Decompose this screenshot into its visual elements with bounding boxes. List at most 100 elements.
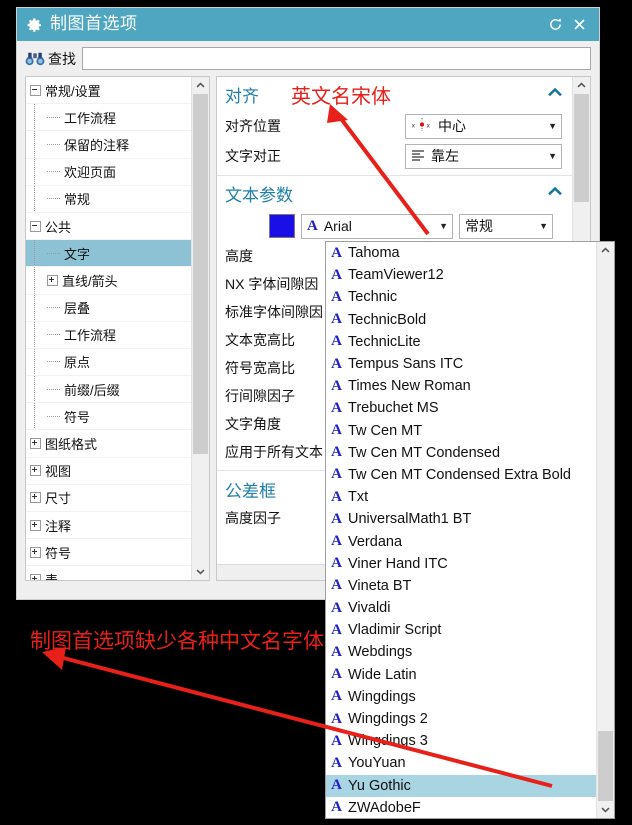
tree-expand-icon[interactable] (30, 546, 41, 558)
font-option-8[interactable]: A Tw Cen MT (326, 420, 596, 442)
tree-item-5[interactable]: 公共 (26, 213, 191, 241)
font-style-combo[interactable]: 常规 ▼ (459, 213, 553, 239)
font-A-icon: A (331, 377, 342, 394)
font-option-2[interactable]: A Technic (326, 286, 596, 308)
tree-item-2[interactable]: 保留的注释 (26, 131, 191, 159)
font-option-20[interactable]: A Wingdings (326, 686, 596, 708)
gear-icon (27, 17, 43, 33)
tree-expand-icon[interactable] (30, 438, 41, 450)
font-option-22[interactable]: A Wingdings 3 (326, 730, 596, 752)
tree-item-18[interactable]: 表 (26, 566, 191, 580)
tree-item-label: 保留的注释 (64, 137, 130, 153)
font-option-0[interactable]: A Tahoma (326, 242, 596, 264)
font-dropdown-scroll-thumb[interactable] (598, 731, 613, 801)
preferences-tree[interactable]: 常规/设置 工作流程 保留的注释 欢迎页面 常规 公共 文字 直线/箭头 层叠 工作流程 原点 前缀/… (26, 77, 191, 580)
font-dropdown-scroll-up-icon[interactable] (597, 242, 614, 259)
tree-item-3[interactable]: 欢迎页面 (26, 158, 191, 186)
search-input[interactable] (82, 47, 591, 70)
tree-connector (47, 143, 61, 145)
close-icon[interactable] (567, 13, 591, 37)
tree-item-label: 表 (45, 570, 58, 580)
font-option-16[interactable]: A Vivaldi (326, 597, 596, 619)
font-option-label: Tw Cen MT Condensed (348, 444, 501, 461)
text-justification-value: 靠左 (431, 148, 459, 164)
font-option-label: Webdings (348, 644, 413, 661)
tree-scroll-thumb[interactable] (193, 94, 208, 454)
align-position-combo[interactable]: x x 中心 ▼ (405, 113, 562, 139)
tree-item-8[interactable]: 层叠 (26, 294, 191, 322)
font-option-3[interactable]: A TechnicBold (326, 309, 596, 331)
font-dropdown-scroll-down-icon[interactable] (597, 801, 614, 818)
font-A-icon: A (331, 311, 342, 328)
font-option-21[interactable]: A Wingdings 2 (326, 708, 596, 730)
tree-expand-icon[interactable] (30, 573, 41, 580)
font-option-18[interactable]: A Webdings (326, 641, 596, 663)
chevron-down-icon[interactable]: ▼ (539, 221, 548, 231)
font-A-icon: A (331, 732, 342, 749)
tree-item-9[interactable]: 工作流程 (26, 321, 191, 349)
chevron-down-icon[interactable]: ▼ (548, 151, 557, 161)
tree-expand-icon[interactable] (30, 519, 41, 531)
settings-scroll-thumb[interactable] (574, 94, 589, 202)
tree-item-15[interactable]: 尺寸 (26, 485, 191, 512)
font-dropdown-scrollbar[interactable] (596, 242, 614, 818)
font-option-25[interactable]: A ZWAdobeF (326, 797, 596, 818)
tree-item-11[interactable]: 前缀/后缀 (26, 376, 191, 404)
tree-expand-icon[interactable] (47, 274, 58, 286)
font-A-icon: A (331, 777, 342, 794)
chevron-down-icon[interactable]: ▼ (439, 221, 448, 231)
tree-item-0[interactable]: 常规/设置 (26, 77, 191, 105)
tree-scroll-track[interactable] (192, 94, 209, 563)
font-option-7[interactable]: A Trebuchet MS (326, 397, 596, 419)
tree-item-4[interactable]: 常规 (26, 185, 191, 213)
tree-collapse-icon[interactable] (30, 220, 41, 232)
font-color-swatch[interactable] (269, 214, 295, 238)
tree-item-6[interactable]: 文字 (26, 240, 191, 268)
font-option-9[interactable]: A Tw Cen MT Condensed (326, 442, 596, 464)
settings-scroll-up-icon[interactable] (573, 77, 590, 94)
font-A-icon: A (331, 754, 342, 771)
group-header-alignment[interactable]: 对齐 (217, 77, 572, 111)
tree-scrollbar[interactable] (191, 77, 209, 580)
tree-item-12[interactable]: 符号 (26, 403, 191, 431)
tree-item-14[interactable]: 视图 (26, 458, 191, 485)
tree-collapse-icon[interactable] (30, 84, 41, 96)
font-option-label: Trebuchet MS (348, 400, 439, 417)
font-A-icon: A (331, 643, 342, 660)
tree-item-16[interactable]: 注释 (26, 512, 191, 540)
font-option-5[interactable]: A Tempus Sans ITC (326, 353, 596, 375)
font-option-19[interactable]: A Wide Latin (326, 664, 596, 686)
tree-scroll-down-icon[interactable] (192, 563, 209, 580)
tree-expand-icon[interactable] (30, 492, 41, 504)
font-option-14[interactable]: A Viner Hand ITC (326, 553, 596, 575)
font-family-dropdown-list[interactable]: A Tahoma A TeamViewer12 A Technic A TechnicBold… (325, 241, 615, 819)
font-option-10[interactable]: A Tw Cen MT Condensed Extra Bold (326, 464, 596, 486)
font-option-23[interactable]: A YouYuan (326, 752, 596, 774)
group-header-text-parameters[interactable]: 文本参数 (217, 176, 572, 210)
tree-item-7[interactable]: 直线/箭头 (26, 267, 191, 295)
font-family-combo[interactable]: A Arial ▼ (301, 213, 453, 239)
font-option-15[interactable]: A Vineta BT (326, 575, 596, 597)
tree-item-1[interactable]: 工作流程 (26, 104, 191, 132)
reset-icon[interactable] (543, 13, 567, 37)
tree-item-17[interactable]: 符号 (26, 539, 191, 567)
text-justification-combo[interactable]: 靠左 ▼ (405, 143, 562, 169)
chevron-up-icon[interactable] (546, 86, 564, 103)
font-option-4[interactable]: A TechnicLite (326, 331, 596, 353)
chevron-down-icon[interactable]: ▼ (548, 121, 557, 131)
font-dropdown-items[interactable]: A Tahoma A TeamViewer12 A Technic A TechnicBold… (326, 242, 596, 818)
tree-item-13[interactable]: 图纸格式 (26, 430, 191, 458)
tree-expand-icon[interactable] (30, 465, 41, 477)
font-option-17[interactable]: A Vladimir Script (326, 619, 596, 641)
font-option-11[interactable]: A Txt (326, 486, 596, 508)
font-option-12[interactable]: A UniversalMath1 BT (326, 508, 596, 530)
tree-stem (34, 376, 35, 403)
tree-item-10[interactable]: 原点 (26, 348, 191, 377)
font-dropdown-scroll-track[interactable] (597, 259, 614, 801)
font-option-6[interactable]: A Times New Roman (326, 375, 596, 397)
tree-scroll-up-icon[interactable] (192, 77, 209, 94)
font-option-24[interactable]: A Yu Gothic (326, 774, 596, 797)
chevron-up-icon[interactable] (546, 185, 564, 202)
font-option-13[interactable]: A Verdana (326, 530, 596, 552)
font-option-1[interactable]: A TeamViewer12 (326, 264, 596, 286)
